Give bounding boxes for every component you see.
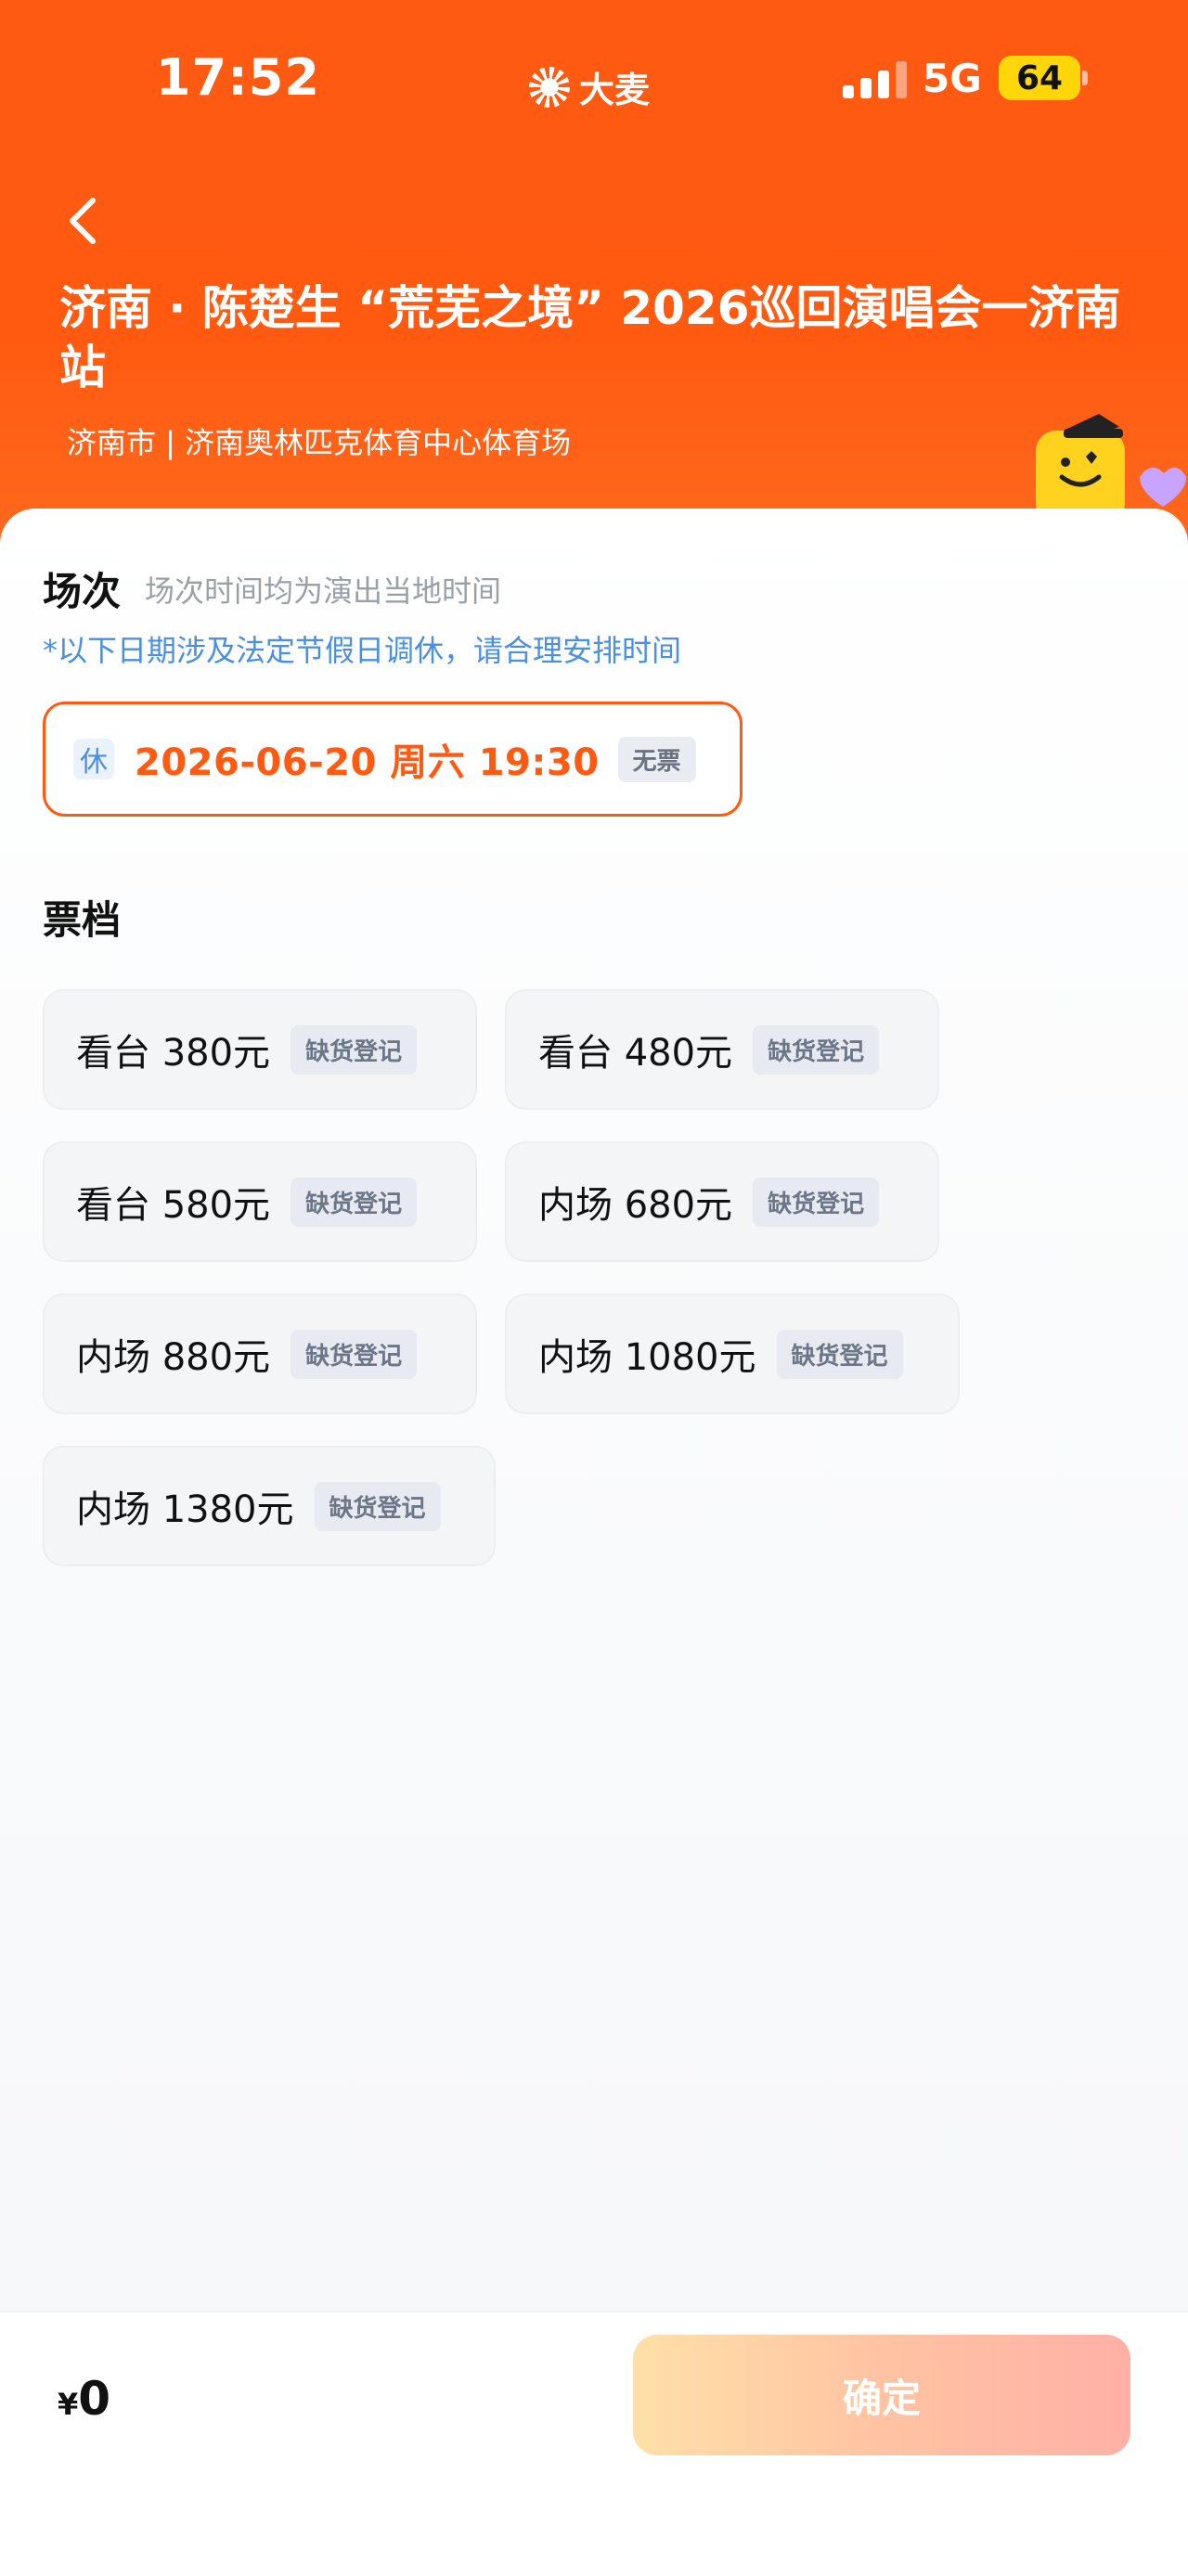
tier-label: 看台 380元 [76, 1032, 271, 1075]
waitlist-badge[interactable]: 缺货登记 [291, 1177, 418, 1227]
session-datetime: 2026-06-20 周六 19:30 [135, 741, 600, 784]
session-subtitle: 场次时间均为演出当地时间 [145, 573, 502, 609]
holiday-notice: *以下日期涉及法定节假日调休，请合理安排时间 [43, 633, 682, 668]
price-amount: 0 [78, 2372, 111, 2426]
tier-label: 看台 580元 [76, 1184, 271, 1227]
waitlist-badge[interactable]: 缺货登记 [314, 1481, 441, 1531]
tier-option[interactable]: 看台 580元 缺货登记 [43, 1141, 477, 1262]
waitlist-badge[interactable]: 缺货登记 [753, 1177, 880, 1227]
battery-icon [1082, 71, 1088, 85]
tier-option[interactable]: 看台 380元 缺货登记 [43, 989, 477, 1110]
event-title: 济南 · 陈楚生 “荒芜之境” 2026巡回演唱会一济南站 [59, 281, 1121, 394]
status-time: 17:52 [156, 48, 320, 107]
session-option[interactable]: 休 2026-06-20 周六 19:30 无票 [43, 702, 742, 817]
session-status-badge: 无票 [617, 736, 696, 782]
network-type: 5G [923, 56, 982, 101]
event-venue: 济南市 | 济南奥林匹克体育中心体育场 [67, 425, 572, 460]
waitlist-badge[interactable]: 缺货登记 [776, 1329, 903, 1379]
tier-option[interactable]: 内场 1080元 缺货登记 [505, 1294, 960, 1414]
brand-name: 大麦 [579, 70, 651, 110]
tier-label: 内场 880元 [76, 1336, 271, 1379]
tier-option[interactable]: 内场 680元 缺货登记 [505, 1141, 939, 1262]
tier-option[interactable]: 内场 1380元 缺货登记 [43, 1446, 496, 1566]
tier-label: 内场 680元 [538, 1184, 733, 1227]
brand-logo: 大麦 [529, 61, 650, 112]
total-price: ¥0 [58, 2372, 110, 2426]
tier-option[interactable]: 看台 480元 缺货登记 [505, 989, 939, 1110]
status-bar: 17:52 大麦 5G 64 [0, 0, 1188, 167]
mascot-icon [1036, 414, 1186, 520]
waitlist-badge[interactable]: 缺货登记 [291, 1329, 418, 1379]
tier-label: 内场 1080元 [538, 1336, 756, 1379]
rest-day-tag: 休 [73, 739, 114, 779]
waitlist-badge[interactable]: 缺货登记 [291, 1024, 418, 1075]
tier-title: 票档 [43, 897, 122, 943]
damai-logo-icon [529, 66, 570, 108]
tier-label: 内场 1380元 [76, 1488, 294, 1531]
signal-icon [843, 61, 907, 98]
chevron-left-icon[interactable] [56, 193, 111, 249]
tier-label: 看台 480元 [538, 1032, 733, 1075]
waitlist-badge[interactable]: 缺货登记 [753, 1024, 880, 1075]
battery-level: 64 [999, 56, 1080, 100]
session-title: 场次 [43, 569, 122, 614]
tier-option[interactable]: 内场 880元 缺货登记 [43, 1294, 477, 1414]
currency-symbol: ¥ [58, 2387, 79, 2422]
confirm-button[interactable]: 确定 [633, 2335, 1130, 2455]
